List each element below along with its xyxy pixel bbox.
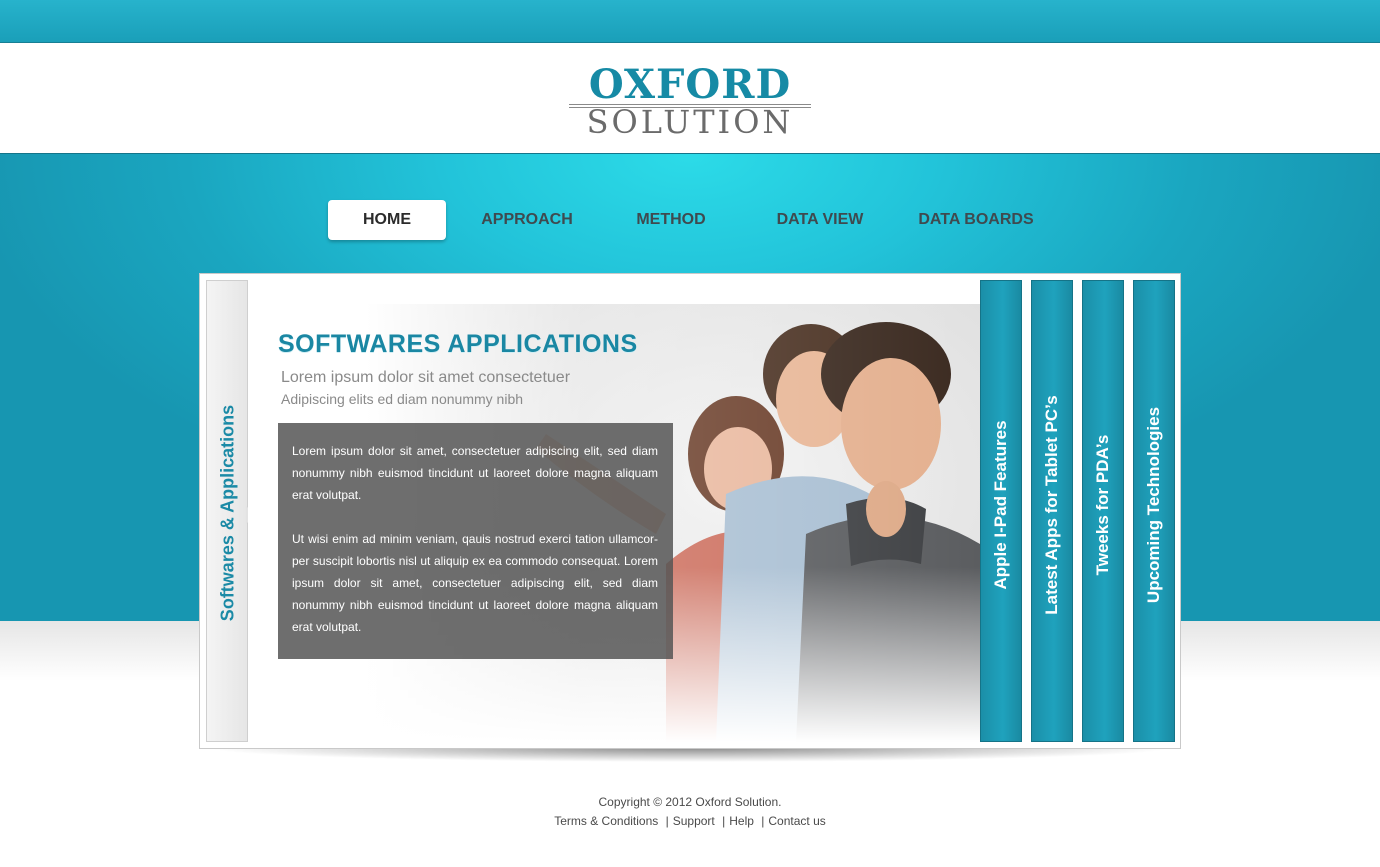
description-box: Lorem ipsum dolor sit amet, consectetuer… [278, 423, 673, 659]
nav-data-boards[interactable]: DATA BOARDS [906, 200, 1046, 240]
nav-data-view[interactable]: DATA VIEW [761, 200, 879, 240]
footer-separator: | [761, 814, 765, 828]
feature-content: SOFTWARES APPLICATIONS Lorem ipsum dolor… [248, 280, 980, 742]
tab-label: Apple I-Pad Features [991, 420, 1010, 590]
section-subtitle-secondary: Adipiscing elits ed diam nonummy nibh [281, 391, 524, 407]
logo-wordmark-top: OXFORD [588, 61, 792, 108]
panel-shadow [210, 748, 1170, 768]
tab-latest-apps[interactable]: Latest Apps for Tablet PC’s [1031, 280, 1073, 742]
tab-apple-ipad-features[interactable]: Apple I-Pad Features [980, 280, 1022, 742]
footer-link-help[interactable]: Help [729, 814, 754, 828]
tab-upcoming-technologies[interactable]: Upcoming Technologies [1133, 280, 1175, 742]
footer-copyright: Copyright © 2012 Oxford Solution. [598, 795, 782, 809]
description-paragraph: Ut wisi enim ad minim veniam, qauis nost… [292, 532, 658, 634]
nav-approach[interactable]: APPROACH [468, 200, 586, 240]
tab-label: Tweeks for PDA’s [1093, 434, 1112, 576]
top-bar [0, 0, 1380, 43]
main-nav: HOME APPROACH METHOD DATA VIEW DATA BOAR… [0, 200, 1380, 242]
logo-wordmark-bottom: SOLUTION [586, 103, 794, 141]
side-tab-label: Softwares & Applications [217, 404, 238, 622]
section-subtitle: Lorem ipsum dolor sit amet consectetuer [281, 369, 571, 386]
footer-link-support[interactable]: Support [673, 814, 715, 828]
footer-separator: | [722, 814, 726, 828]
description-paragraph: Lorem ipsum dolor sit amet, consectetuer… [292, 444, 658, 502]
footer-separator: | [665, 814, 669, 828]
footer-links: Terms & Conditions | Support | Help | Conta… [0, 814, 1380, 828]
feature-panel: Softwares & Applications SOFTWARES APPLI… [199, 273, 1181, 749]
footer-link-terms[interactable]: Terms & Conditions [554, 814, 658, 828]
tab-tweeks-for-pdas[interactable]: Tweeks for PDA’s [1082, 280, 1124, 742]
side-tab[interactable]: Softwares & Applications [206, 280, 248, 742]
tab-label: Latest Apps for Tablet PC’s [1042, 395, 1061, 615]
site-logo[interactable]: OXFORD SOLUTION [567, 63, 813, 143]
header: OXFORD SOLUTION [0, 43, 1380, 153]
nav-method[interactable]: METHOD [612, 200, 730, 240]
footer-link-contact[interactable]: Contact us [768, 814, 825, 828]
tab-label: Upcoming Technologies [1144, 406, 1163, 604]
section-title: SOFTWARES APPLICATIONS [278, 330, 638, 358]
nav-home[interactable]: HOME [328, 200, 446, 240]
